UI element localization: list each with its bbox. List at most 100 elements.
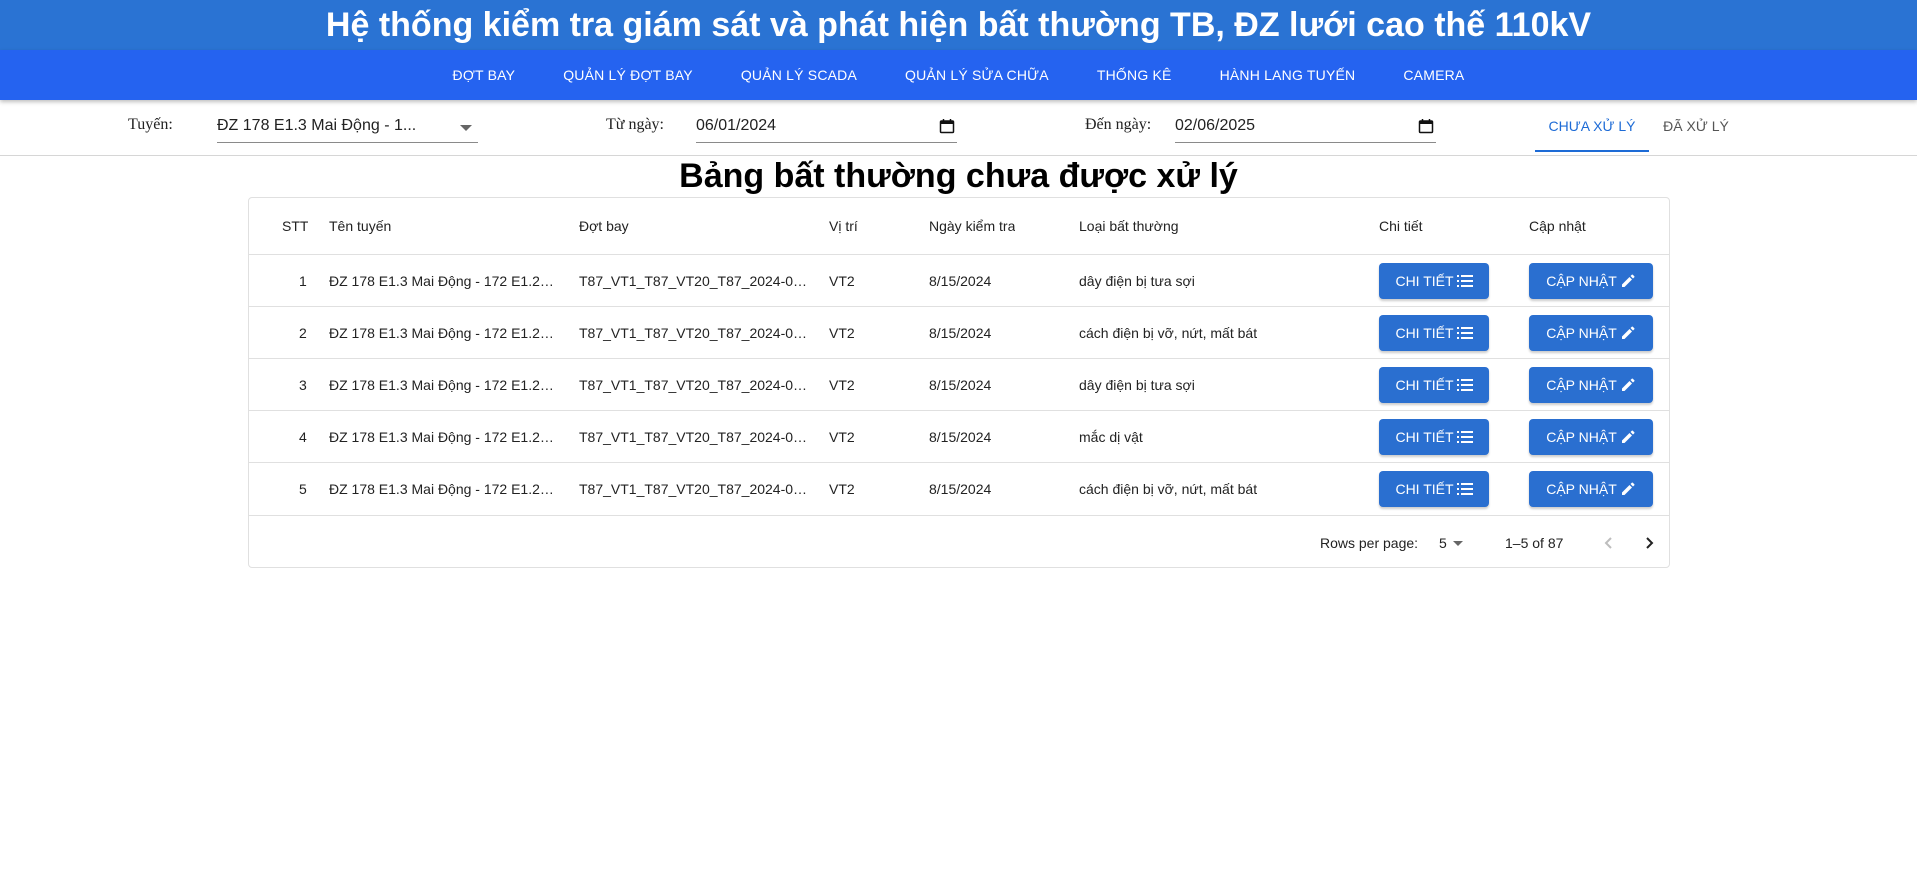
list-icon — [1456, 327, 1473, 339]
update-button-label: CẬP NHẬT — [1546, 273, 1617, 289]
row-stt: 4 — [299, 429, 307, 445]
column-header-stt: STT — [282, 218, 309, 234]
row-stt: 2 — [299, 325, 307, 341]
row-type: cách điện bị vỡ, nứt, mất bát — [1079, 325, 1258, 341]
column-header-flight: Đợt bay — [579, 218, 629, 234]
list-icon — [1456, 483, 1473, 495]
chevron-down-icon — [1453, 541, 1463, 546]
row-route: ĐZ 178 E1.3 Mai Động - 172 E1.22 ... — [329, 273, 559, 289]
row-flight: T87_VT1_T87_VT20_T87_2024-08... — [579, 429, 809, 445]
detail-button-label: CHI TIẾT — [1395, 325, 1454, 341]
from-date-input[interactable]: 06/01/2024 — [696, 113, 957, 143]
row-flight: T87_VT1_T87_VT20_T87_2024-08... — [579, 481, 809, 497]
row-stt: 1 — [299, 273, 307, 289]
page-title: Bảng bất thường chưa được xử lý — [679, 157, 1238, 195]
anomaly-table: STT Tên tuyến Đợt bay Vị trí Ngày kiểm t… — [248, 197, 1670, 568]
calendar-icon[interactable] — [939, 118, 955, 134]
detail-button-label: CHI TIẾT — [1395, 481, 1454, 497]
calendar-icon[interactable] — [1418, 118, 1434, 134]
chevron-left-icon[interactable] — [1601, 535, 1617, 551]
nav-item-hanh-lang-tuyen[interactable]: HÀNH LANG TUYẾN — [1196, 67, 1380, 83]
pencil-icon — [1621, 482, 1635, 495]
to-date-input[interactable]: 02/06/2025 — [1175, 113, 1436, 143]
to-date-label: Đến ngày: — [1085, 116, 1152, 133]
tab-chua-xu-ly[interactable]: CHƯA XỬ LÝ — [1535, 100, 1649, 152]
main-nav: ĐỢT BAY QUẢN LÝ ĐỢT BAY QUẢN LÝ SCADA QU… — [0, 50, 1917, 100]
table-row: 4 ĐZ 178 E1.3 Mai Động - 172 E1.22 ... T… — [249, 411, 1669, 463]
detail-button-label: CHI TIẾT — [1395, 273, 1454, 289]
pencil-icon — [1621, 378, 1635, 391]
column-header-date: Ngày kiểm tra — [929, 218, 1016, 234]
row-date: 8/15/2024 — [929, 481, 992, 497]
pencil-icon — [1621, 274, 1635, 287]
detail-button[interactable]: CHI TIẾT — [1379, 419, 1489, 455]
nav-item-quan-ly-sua-chua[interactable]: QUẢN LÝ SỬA CHỮA — [881, 67, 1073, 83]
row-route: ĐZ 178 E1.3 Mai Động - 172 E1.22 ... — [329, 429, 559, 445]
row-date: 8/15/2024 — [929, 429, 992, 445]
detail-button-label: CHI TIẾT — [1395, 429, 1454, 445]
route-label: Tuyến: — [128, 116, 173, 133]
pencil-icon — [1621, 326, 1635, 339]
column-header-detail: Chi tiết — [1379, 218, 1423, 234]
detail-button[interactable]: CHI TIẾT — [1379, 315, 1489, 351]
tab-da-xu-ly[interactable]: ĐÃ XỬ LÝ — [1649, 100, 1743, 152]
pagination-range: 1–5 of 87 — [1505, 535, 1564, 551]
pencil-icon — [1621, 430, 1635, 443]
update-button[interactable]: CẬP NHẬT — [1529, 419, 1653, 455]
nav-item-camera[interactable]: CAMERA — [1379, 67, 1488, 83]
route-select-value: ĐZ 178 E1.3 Mai Động - 1... — [217, 117, 417, 134]
chevron-right-icon[interactable] — [1641, 535, 1657, 551]
row-type: cách điện bị vỡ, nứt, mất bát — [1079, 481, 1258, 497]
nav-item-quan-ly-dot-bay[interactable]: QUẢN LÝ ĐỢT BAY — [539, 67, 717, 83]
column-header-update: Cập nhật — [1529, 218, 1586, 234]
update-button[interactable]: CẬP NHẬT — [1529, 263, 1653, 299]
nav-item-dot-bay[interactable]: ĐỢT BAY — [429, 67, 540, 83]
from-date-label: Từ ngày: — [606, 116, 664, 133]
to-date-value: 02/06/2025 — [1175, 117, 1256, 134]
row-type: mắc dị vật — [1079, 429, 1143, 445]
rows-per-page-label: Rows per page: — [1320, 535, 1419, 551]
update-button-label: CẬP NHẬT — [1546, 429, 1617, 445]
row-flight: T87_VT1_T87_VT20_T87_2024-08... — [579, 377, 809, 393]
row-position: VT2 — [829, 325, 855, 341]
rows-per-page-value: 5 — [1439, 535, 1447, 551]
row-type: dây điện bị tưa sợi — [1079, 377, 1195, 393]
list-icon — [1456, 431, 1473, 443]
table-row: 2 ĐZ 178 E1.3 Mai Động - 172 E1.22 ... T… — [249, 307, 1669, 359]
row-position: VT2 — [829, 377, 855, 393]
detail-button-label: CHI TIẾT — [1395, 377, 1454, 393]
filter-bar: Tuyến: ĐZ 178 E1.3 Mai Động - 1... Từ ng… — [0, 100, 1917, 156]
detail-button[interactable]: CHI TIẾT — [1379, 263, 1489, 299]
row-flight: T87_VT1_T87_VT20_T87_2024-08... — [579, 273, 809, 289]
row-stt: 5 — [299, 481, 307, 497]
row-position: VT2 — [829, 273, 855, 289]
pagination: Rows per page: 5 1–5 of 87 — [249, 517, 1669, 569]
route-select[interactable]: ĐZ 178 E1.3 Mai Động - 1... — [217, 113, 478, 143]
row-position: VT2 — [829, 429, 855, 445]
detail-button[interactable]: CHI TIẾT — [1379, 471, 1489, 507]
row-route: ĐZ 178 E1.3 Mai Động - 172 E1.22 ... — [329, 325, 559, 341]
detail-button[interactable]: CHI TIẾT — [1379, 367, 1489, 403]
chevron-down-icon — [460, 125, 472, 131]
update-button-label: CẬP NHẬT — [1546, 325, 1617, 341]
update-button[interactable]: CẬP NHẬT — [1529, 471, 1653, 507]
column-header-position: Vị trí — [829, 218, 858, 234]
row-flight: T87_VT1_T87_VT20_T87_2024-08... — [579, 325, 809, 341]
update-button[interactable]: CẬP NHẬT — [1529, 315, 1653, 351]
row-date: 8/15/2024 — [929, 377, 992, 393]
app-title: Hệ thống kiểm tra giám sát và phát hiện … — [0, 0, 1917, 50]
update-button-label: CẬP NHẬT — [1546, 377, 1617, 393]
row-date: 8/15/2024 — [929, 325, 992, 341]
table-row: 3 ĐZ 178 E1.3 Mai Động - 172 E1.22 ... T… — [249, 359, 1669, 411]
rows-per-page-select[interactable]: 5 — [1439, 531, 1471, 555]
update-button[interactable]: CẬP NHẬT — [1529, 367, 1653, 403]
list-icon — [1456, 379, 1473, 391]
nav-item-quan-ly-scada[interactable]: QUẢN LÝ SCADA — [717, 67, 881, 83]
update-button-label: CẬP NHẬT — [1546, 481, 1617, 497]
row-stt: 3 — [299, 377, 307, 393]
row-route: ĐZ 178 E1.3 Mai Động - 172 E1.22 ... — [329, 481, 559, 497]
row-route: ĐZ 178 E1.3 Mai Động - 172 E1.22 ... — [329, 377, 559, 393]
row-date: 8/15/2024 — [929, 273, 992, 289]
nav-item-thong-ke[interactable]: THỐNG KÊ — [1073, 67, 1196, 83]
table-header-row: STT Tên tuyến Đợt bay Vị trí Ngày kiểm t… — [249, 198, 1669, 255]
